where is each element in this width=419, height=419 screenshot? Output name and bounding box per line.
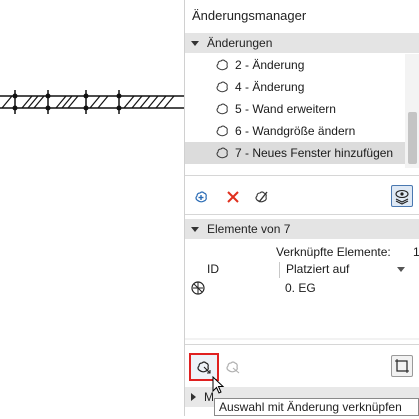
sort-dropdown-icon [397, 267, 405, 272]
collapse-triangle-icon [191, 40, 199, 46]
changes-section-header[interactable]: Änderungen [185, 33, 419, 53]
edit-change-button[interactable] [251, 186, 273, 208]
link-cloud-icon [197, 361, 211, 374]
divider [185, 344, 419, 345]
unlink-selection-button[interactable] [222, 356, 244, 378]
revision-cloud-icon [216, 103, 228, 115]
linked-elements-count: 1 [413, 245, 419, 259]
change-item-label: 7 - Neues Fenster hinzufügen [235, 146, 394, 160]
add-cloud-icon [195, 191, 207, 203]
changes-scrollbar[interactable] [405, 54, 419, 168]
mouse-cursor-icon [212, 376, 225, 394]
divider [185, 214, 419, 215]
element-object-icon [191, 281, 205, 295]
change-item-label: 4 - Änderung [235, 80, 305, 94]
delete-x-icon [227, 191, 239, 203]
panel-title: Änderungsmanager [192, 8, 307, 23]
change-item[interactable]: 5 - Wand erweitern [185, 98, 405, 120]
changes-list: 2 - Änderung 4 - Änderung 5 - Wand erwei… [185, 54, 405, 168]
select-element-icon [395, 359, 409, 373]
change-item[interactable]: 6 - Wandgröße ändern [185, 120, 405, 142]
edit-cloud-icon [255, 191, 268, 203]
column-header-label: Platziert auf [286, 262, 350, 276]
collapse-triangle-icon [191, 226, 199, 232]
change-item-selected[interactable]: 7 - Neues Fenster hinzufügen [185, 142, 405, 164]
change-item[interactable]: 4 - Änderung [185, 76, 405, 98]
new-change-button[interactable] [191, 186, 213, 208]
change-item[interactable]: 2 - Änderung [185, 54, 405, 76]
scrollbar-thumb[interactable] [408, 112, 417, 164]
row-placed-on: 0. EG [285, 281, 316, 295]
revision-cloud-icon [216, 59, 228, 71]
column-header-id[interactable]: ID [207, 262, 219, 278]
unlink-cloud-icon [226, 361, 240, 374]
changes-section-title: Änderungen [207, 36, 273, 50]
column-header-placed-on[interactable]: Platziert auf [279, 262, 405, 278]
revision-cloud-icon [216, 125, 228, 137]
horizontal-scrollbar[interactable] [185, 334, 419, 344]
table-row[interactable]: 0. EG [185, 280, 419, 296]
revision-cloud-icon [216, 147, 228, 159]
tooltip: Auswahl mit Änderung verknüpfen [214, 398, 419, 416]
show-markers-toggle[interactable] [391, 185, 413, 207]
expand-triangle-icon [191, 393, 196, 401]
delete-change-button[interactable] [222, 186, 244, 208]
revision-cloud-icon [216, 81, 228, 93]
change-item-label: 2 - Änderung [235, 58, 305, 72]
select-elements-button[interactable] [391, 355, 413, 377]
wall-drawing [0, 90, 184, 114]
eye-layer-icon [395, 189, 409, 205]
elements-section-title: Elemente von 7 [207, 222, 291, 236]
divider [185, 175, 419, 176]
change-manager-panel: Änderungsmanager Änderungen 2 - Änderung… [184, 0, 419, 416]
drawing-canvas[interactable] [0, 0, 184, 416]
change-item-label: 5 - Wand erweitern [235, 102, 336, 116]
change-item-label: 6 - Wandgröße ändern [235, 124, 356, 138]
linked-elements-label: Verknüpfte Elemente: [276, 245, 391, 259]
elements-section-header[interactable]: Elemente von 7 [185, 219, 419, 239]
